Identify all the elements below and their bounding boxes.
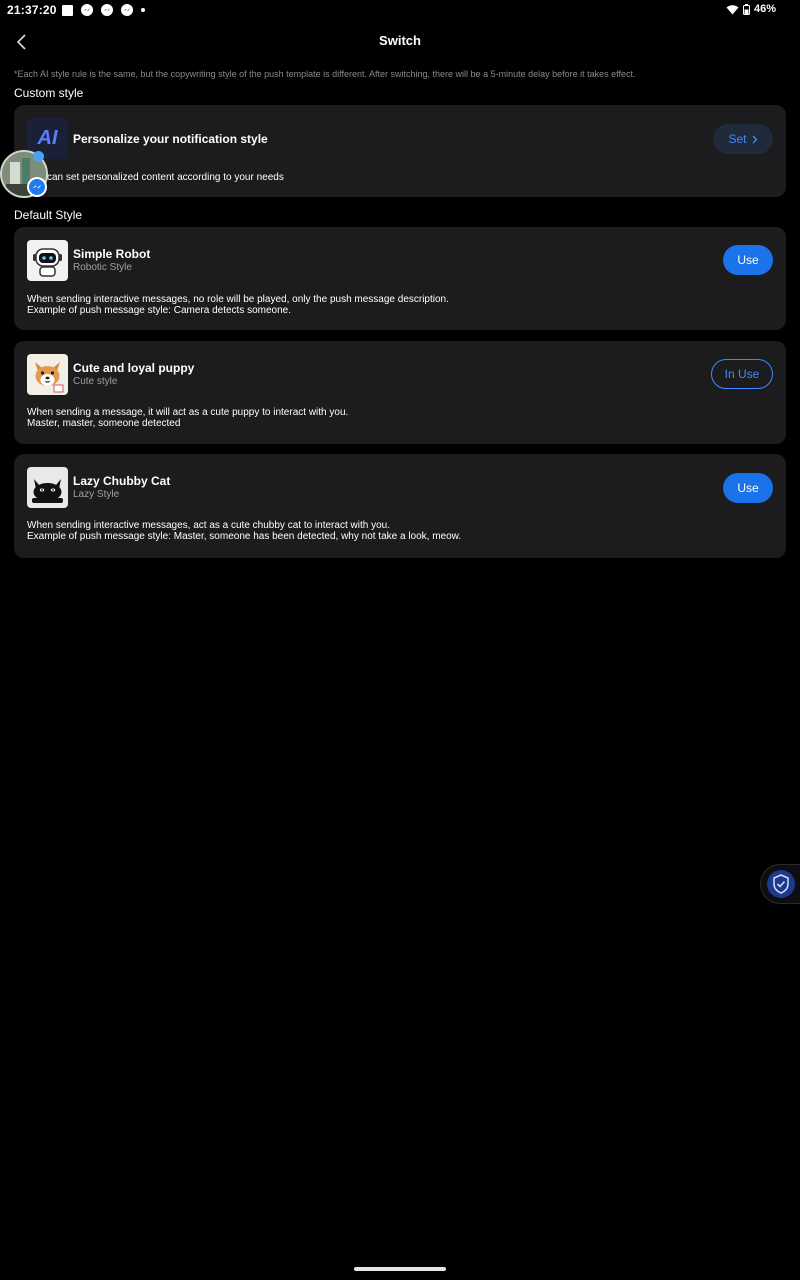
status-time: 21:37:20 — [7, 3, 57, 17]
notification-icons — [62, 4, 145, 16]
messenger-badge-icon — [27, 177, 47, 197]
style-card-cat[interactable]: Lazy Chubby Cat Lazy Style Use When send… — [14, 454, 786, 558]
style-title: Lazy Chubby Cat — [73, 474, 171, 488]
style-description-line: When sending interactive messages, act a… — [27, 520, 390, 531]
use-button[interactable]: Use — [723, 473, 773, 503]
puppy-icon — [27, 354, 68, 395]
battery-percent: 46% — [753, 3, 776, 15]
more-notifications-dot-icon — [141, 8, 145, 12]
wifi-icon — [726, 4, 739, 14]
style-example-line: Example of push message style: Camera de… — [27, 305, 292, 316]
info-note: *Each AI style rule is the same, but the… — [14, 69, 636, 79]
set-button[interactable]: Set — [713, 124, 773, 154]
page-title: Switch — [379, 33, 421, 48]
battery-icon — [742, 3, 750, 15]
style-subtitle: Cute style — [73, 376, 118, 387]
style-example-line: Example of push message style: Master, s… — [27, 531, 462, 542]
app-notification-icon — [62, 4, 73, 16]
messenger-icon — [101, 4, 113, 16]
style-description-line: When sending interactive messages, no ro… — [27, 294, 449, 305]
style-subtitle: Lazy Style — [73, 489, 120, 500]
messenger-icon — [81, 4, 93, 16]
use-button[interactable]: Use — [723, 245, 773, 275]
custom-style-title: Personalize your notification style — [73, 132, 268, 146]
unread-dot-icon — [33, 151, 44, 162]
style-description-line: When sending a message, it will act as a… — [27, 407, 349, 418]
chevron-right-icon — [752, 135, 757, 143]
robot-icon — [27, 240, 68, 281]
style-title: Simple Robot — [73, 247, 151, 261]
shield-check-icon — [766, 870, 795, 898]
cat-icon — [27, 467, 68, 508]
style-title: Cute and loyal puppy — [73, 361, 195, 375]
status-bar: 21:37:20 46% — [0, 0, 800, 20]
in-use-button[interactable]: In Use — [711, 359, 773, 389]
style-subtitle: Robotic Style — [73, 262, 132, 273]
custom-style-description: can set personalized content according t… — [47, 172, 284, 183]
system-status: 46% — [726, 3, 776, 15]
messenger-icon — [121, 4, 133, 16]
custom-style-label: Custom style — [14, 86, 84, 100]
style-card-puppy[interactable]: Cute and loyal puppy Cute style In Use W… — [14, 341, 786, 444]
security-shield-button[interactable] — [760, 864, 800, 904]
style-card-robot[interactable]: Simple Robot Robotic Style Use When send… — [14, 227, 786, 330]
custom-style-card[interactable]: AI Personalize your notification style S… — [14, 105, 786, 197]
style-example-line: Master, master, someone detected — [27, 418, 181, 429]
home-indicator[interactable] — [354, 1267, 446, 1271]
default-style-label: Default Style — [14, 208, 83, 222]
